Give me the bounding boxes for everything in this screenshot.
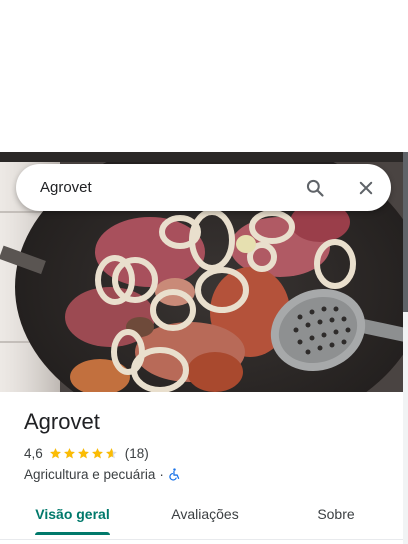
tab-about[interactable]: Sobre: [300, 495, 372, 533]
place-title: Agrovet: [24, 409, 100, 434]
separator-dot: ·: [159, 466, 164, 482]
search-input[interactable]: Agrovet: [40, 164, 92, 211]
star-icon: [63, 447, 75, 458]
star-rating[interactable]: [49, 447, 119, 460]
search-icon: [306, 179, 324, 197]
close-icon: [359, 181, 373, 195]
active-tab-indicator: [35, 532, 110, 535]
category-row: Agricultura e pecuária ·: [24, 465, 181, 483]
category-link[interactable]: Agricultura e pecuária: [24, 467, 155, 482]
clear-search-button[interactable]: [353, 175, 379, 201]
scrollbar[interactable]: [403, 152, 408, 544]
star-icon: [91, 447, 103, 458]
wheelchair-icon[interactable]: [168, 467, 181, 481]
tab-overview[interactable]: Visão geral: [24, 495, 121, 533]
rating-value: 4,6: [24, 445, 43, 461]
star-icon: [77, 447, 89, 458]
scrollbar-thumb[interactable]: [403, 152, 408, 312]
search-button[interactable]: [302, 175, 328, 201]
search-box[interactable]: Agrovet: [16, 164, 391, 211]
tab-reviews[interactable]: Avaliações: [155, 495, 255, 533]
star-icon: [49, 447, 61, 458]
star-icon: [105, 447, 117, 458]
rating-row: 4,6 (18): [24, 444, 149, 462]
review-count-link[interactable]: (18): [125, 446, 149, 461]
